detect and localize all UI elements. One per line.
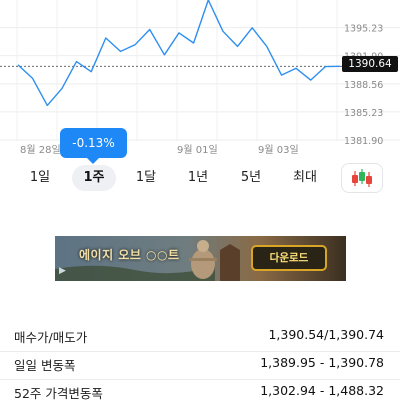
play-icon: ▶ xyxy=(59,266,66,276)
stat-label: 일일 변동폭 xyxy=(14,358,76,373)
y-tick-label: 1395.23 xyxy=(344,24,383,35)
tab-5y[interactable]: 5년 xyxy=(233,165,269,191)
y-tick-label: 1388.56 xyxy=(344,80,383,91)
price-series-line xyxy=(17,0,341,107)
x-tick-label: 9월 03일 xyxy=(258,144,299,156)
stat-label: 52주 가격변동폭 xyxy=(14,386,103,400)
y-tick-label: 1381.90 xyxy=(344,136,383,147)
ad-download-button[interactable]: 다운로드 xyxy=(251,245,327,271)
ad-title: 에이지 오브 ○○트 xyxy=(79,248,180,262)
tab-max[interactable]: 최대 xyxy=(286,165,324,191)
current-price-tag: 1390.64 xyxy=(342,56,398,72)
tab-1w[interactable]: 1주 xyxy=(72,165,116,191)
tab-1m[interactable]: 1달 xyxy=(128,165,164,191)
stat-value: 1,390.54/1,390.74 xyxy=(268,327,384,342)
stat-label: 매수가/매도가 xyxy=(14,330,88,345)
ad-banner[interactable]: 에이지 오브 ○○트 ▶ 다운로드 xyxy=(55,236,346,281)
stat-row-52w-range: 52주 가격변동폭 1,302.94 - 1,488.32 xyxy=(0,374,400,400)
candlestick-toggle-button[interactable] xyxy=(341,163,383,193)
tab-1y[interactable]: 1년 xyxy=(180,165,216,191)
range-tabs: 1일 1주 1달 1년 5년 최대 xyxy=(0,163,400,193)
stat-value: 1,302.94 - 1,488.32 xyxy=(260,383,384,398)
stat-value: 1,389.95 - 1,390.78 xyxy=(260,355,384,370)
tab-1d[interactable]: 1일 xyxy=(22,165,58,191)
y-tick-label: 1385.23 xyxy=(344,108,383,119)
candlestick-icon xyxy=(352,169,372,187)
change-tooltip: -0.13% xyxy=(60,128,127,164)
x-tick-label: 8월 28일 xyxy=(20,144,61,156)
x-tick-label: 9월 01일 xyxy=(177,144,218,156)
price-chart[interactable]: 1395.231391.901388.561385.231381.908월 28… xyxy=(0,0,400,164)
